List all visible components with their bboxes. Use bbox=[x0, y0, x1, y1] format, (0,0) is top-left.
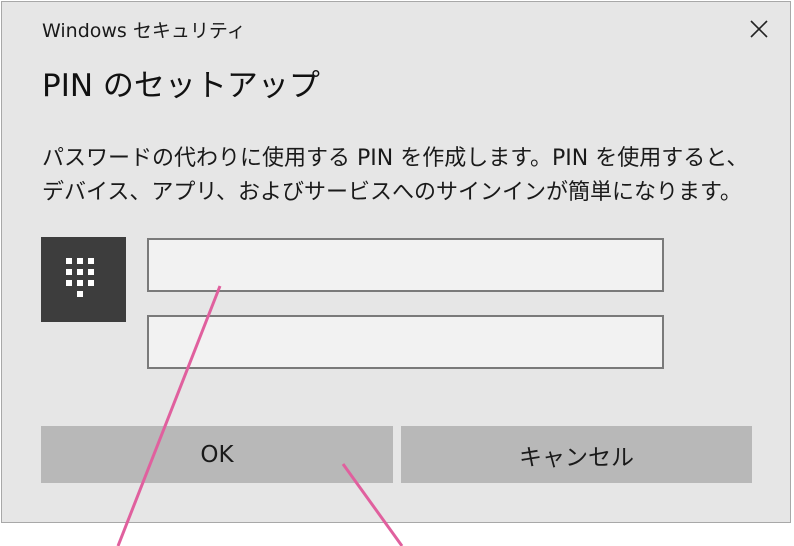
ok-button[interactable]: OK bbox=[41, 426, 393, 483]
dialog-heading: PIN のセットアップ bbox=[42, 68, 320, 104]
description-line-1: パスワードの代わりに使用する PIN を作成します。PIN を使用すると、 bbox=[42, 146, 749, 171]
close-button[interactable] bbox=[746, 16, 772, 42]
pin-keypad-tile bbox=[41, 237, 126, 322]
close-icon bbox=[750, 20, 768, 38]
window-title: Windows セキュリティ bbox=[42, 20, 246, 42]
cancel-button[interactable]: キャンセル bbox=[401, 426, 752, 483]
new-pin-input[interactable] bbox=[147, 238, 664, 292]
screen: Windows セキュリティ PIN のセットアップ パスワードの代わりに使用す… bbox=[0, 0, 794, 546]
dialog-description: パスワードの代わりに使用する PIN を作成します。PIN を使用すると、 デバ… bbox=[42, 142, 762, 210]
description-line-2: デバイス、アプリ、およびサービスへのサインインが簡単になります。 bbox=[42, 180, 742, 205]
keypad-icon bbox=[66, 258, 94, 297]
confirm-pin-input[interactable] bbox=[147, 315, 664, 369]
